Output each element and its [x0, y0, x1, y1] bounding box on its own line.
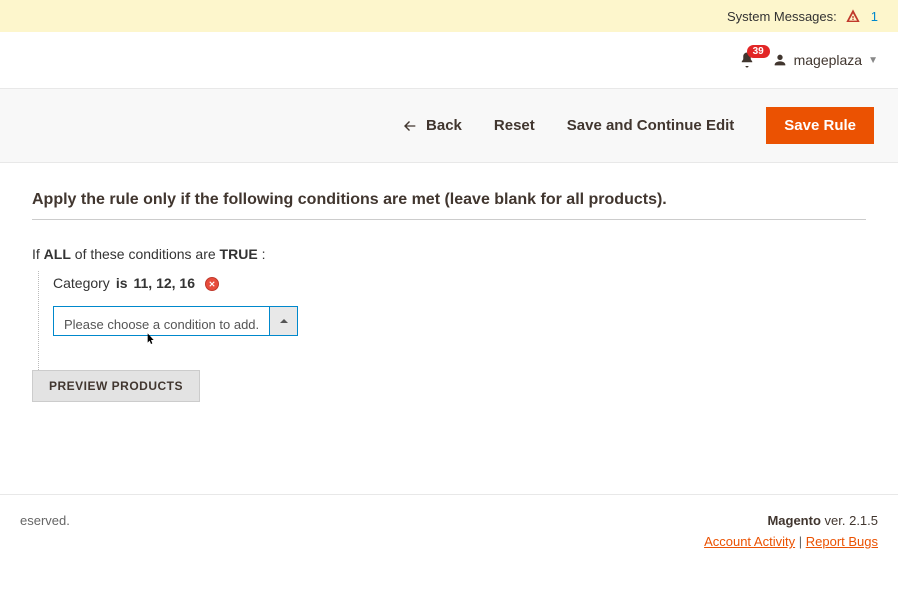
system-messages-count[interactable]: 1 — [871, 9, 878, 24]
action-bar: Back Reset Save and Continue Edit Save R… — [0, 88, 898, 163]
footer: eserved. Magento ver. 2.1.5 Account Acti… — [0, 494, 898, 567]
add-condition-toggle[interactable] — [270, 306, 298, 336]
warning-icon — [845, 8, 861, 24]
system-messages-bar: System Messages: 1 — [0, 0, 898, 32]
cond-bool[interactable]: TRUE — [220, 246, 258, 262]
back-button[interactable]: Back — [402, 117, 462, 134]
footer-version: Magento ver. 2.1.5 — [704, 513, 878, 528]
notifications-badge: 39 — [747, 45, 770, 58]
cond-aggregator[interactable]: ALL — [44, 246, 71, 262]
report-bugs-link[interactable]: Report Bugs — [806, 534, 878, 549]
footer-version-num: ver. 2.1.5 — [821, 513, 878, 528]
footer-sep: | — [799, 534, 806, 549]
username: mageplaza — [794, 52, 863, 68]
user-menu[interactable]: mageplaza ▼ — [772, 52, 878, 68]
save-continue-button[interactable]: Save and Continue Edit — [567, 117, 735, 134]
cond-if: If — [32, 246, 40, 262]
footer-links: Account Activity | Report Bugs — [704, 534, 878, 549]
reset-button[interactable]: Reset — [494, 117, 535, 134]
notifications-button[interactable]: 39 — [738, 51, 756, 69]
section-title: Apply the rule only if the following con… — [32, 191, 866, 220]
condition-row: Category is 11, 12, 16 — [53, 271, 866, 296]
condition-value[interactable]: 11, 12, 16 — [134, 271, 196, 296]
condition-attribute[interactable]: Category — [53, 271, 110, 296]
chevron-up-icon — [279, 316, 289, 326]
preview-products-button[interactable]: PREVIEW PRODUCTS — [32, 370, 200, 402]
condition-operator[interactable]: is — [116, 271, 128, 296]
account-activity-link[interactable]: Account Activity — [704, 534, 795, 549]
arrow-left-icon — [402, 118, 418, 134]
back-label: Back — [426, 117, 462, 134]
topbar: 39 mageplaza ▼ — [0, 32, 898, 88]
cond-colon: : — [262, 246, 266, 262]
footer-brand: Magento — [767, 513, 820, 528]
conditions-tree: Category is 11, 12, 16 Please choose a c… — [38, 271, 866, 370]
cond-of: of these conditions are — [75, 246, 216, 262]
save-rule-button[interactable]: Save Rule — [766, 107, 874, 144]
add-condition-select[interactable]: Please choose a condition to add. — [53, 306, 270, 336]
footer-left: eserved. — [20, 513, 70, 528]
add-condition-select-wrap: Please choose a condition to add. — [53, 306, 866, 336]
conditions-root: If ALL of these conditions are TRUE : Ca… — [32, 242, 866, 370]
remove-condition-icon[interactable] — [205, 277, 219, 291]
footer-right: Magento ver. 2.1.5 Account Activity | Re… — [704, 513, 878, 549]
user-icon — [772, 52, 788, 68]
chevron-down-icon: ▼ — [868, 55, 878, 66]
system-messages-label: System Messages: — [727, 9, 837, 24]
main-content: Apply the rule only if the following con… — [0, 163, 898, 434]
